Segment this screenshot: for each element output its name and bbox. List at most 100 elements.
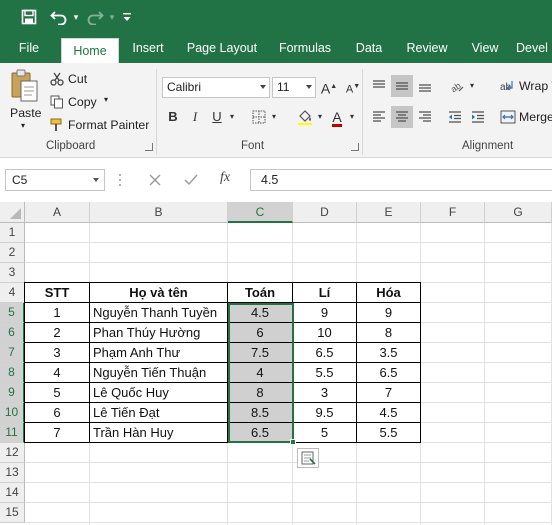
- align-top-icon[interactable]: [368, 75, 390, 97]
- column-header-g[interactable]: G: [485, 202, 552, 223]
- align-bottom-icon[interactable]: [414, 75, 436, 97]
- orientation-icon[interactable]: ab: [446, 75, 468, 97]
- row-header-13[interactable]: 13: [0, 463, 25, 483]
- table-cell[interactable]: 1: [25, 303, 89, 323]
- tab-view[interactable]: View: [463, 34, 507, 63]
- row-header-8[interactable]: 8: [0, 363, 25, 383]
- table-header-cell[interactable]: Hóa: [357, 283, 420, 303]
- align-middle-icon[interactable]: [391, 75, 413, 97]
- table-cell[interactable]: 6.5: [357, 363, 420, 383]
- table-cell[interactable]: 3: [293, 383, 356, 403]
- wrap-text-button[interactable]: Wrap T: [519, 79, 552, 93]
- table-cell[interactable]: 3.5: [357, 343, 420, 363]
- save-icon[interactable]: [16, 6, 42, 28]
- table-cell[interactable]: 5.5: [357, 423, 420, 443]
- font-launcher-icon[interactable]: [351, 143, 359, 151]
- table-cell[interactable]: 6: [25, 403, 89, 423]
- table-cell[interactable]: 8.5: [228, 403, 292, 423]
- table-cell[interactable]: Lê Tiến Đạt: [90, 403, 227, 423]
- redo-dropdown-icon[interactable]: ▾: [106, 6, 118, 28]
- row-header-11[interactable]: 11: [0, 423, 25, 443]
- row-header-6[interactable]: 6: [0, 323, 25, 343]
- fill-handle[interactable]: [290, 439, 296, 445]
- font-color-dropdown-icon[interactable]: ▾: [346, 106, 358, 128]
- copy-button[interactable]: Copy: [68, 95, 97, 109]
- table-header-cell[interactable]: Toán: [228, 283, 292, 303]
- table-cell[interactable]: 7.5: [228, 343, 292, 363]
- increase-font-size-button[interactable]: A▲: [318, 76, 340, 98]
- table-header-cell[interactable]: Họ và tên: [90, 283, 227, 303]
- customize-qat-icon[interactable]: [120, 6, 134, 28]
- row-header-14[interactable]: 14: [0, 483, 25, 503]
- table-cell[interactable]: 6.5: [293, 343, 356, 363]
- underline-dropdown-icon[interactable]: ▾: [226, 106, 238, 128]
- table-cell[interactable]: Nguyễn Tiến Thuận: [90, 363, 227, 383]
- paste-button[interactable]: Paste: [10, 106, 41, 120]
- cancel-icon[interactable]: [148, 173, 162, 187]
- insert-function-button[interactable]: fx: [220, 170, 242, 190]
- column-header-f[interactable]: F: [421, 202, 485, 223]
- row-header-5[interactable]: 5: [0, 303, 25, 323]
- quick-analysis-button[interactable]: [297, 448, 319, 468]
- fill-color-icon[interactable]: [294, 106, 316, 128]
- paste-dropdown-icon[interactable]: ▾: [21, 121, 25, 130]
- decrease-font-size-button[interactable]: A▼: [342, 76, 364, 98]
- font-color-button[interactable]: A: [326, 106, 348, 128]
- table-cell[interactable]: 6.5: [228, 423, 292, 443]
- table-cell[interactable]: 4: [25, 363, 89, 383]
- row-header-12[interactable]: 12: [0, 443, 25, 463]
- underline-button[interactable]: U: [206, 106, 228, 128]
- tab-page-layout[interactable]: Page Layout: [181, 34, 263, 63]
- table-cell[interactable]: 4: [228, 363, 292, 383]
- tab-data[interactable]: Data: [347, 34, 391, 63]
- font-size-combo[interactable]: 11: [272, 77, 316, 98]
- tab-developer[interactable]: Devel: [516, 34, 552, 63]
- table-cell[interactable]: Phan Thúy Hường: [90, 323, 227, 343]
- row-header-10[interactable]: 10: [0, 403, 25, 423]
- fill-color-dropdown-icon[interactable]: ▾: [314, 106, 326, 128]
- undo-dropdown-icon[interactable]: ▾: [70, 6, 82, 28]
- table-cell[interactable]: 5: [25, 383, 89, 403]
- table-cell[interactable]: Lê Quốc Huy: [90, 383, 227, 403]
- paste-icon[interactable]: [8, 69, 42, 105]
- tab-insert[interactable]: Insert: [124, 34, 172, 63]
- table-cell[interactable]: 4.5: [228, 303, 292, 323]
- table-cell[interactable]: 2: [25, 323, 89, 343]
- table-cell[interactable]: 9: [357, 303, 420, 323]
- column-header-e[interactable]: E: [357, 202, 421, 223]
- align-center-icon[interactable]: [391, 106, 413, 128]
- clipboard-launcher-icon[interactable]: [145, 143, 153, 151]
- table-header-cell[interactable]: STT: [25, 283, 89, 303]
- undo-icon[interactable]: [48, 6, 70, 28]
- align-left-icon[interactable]: [368, 106, 390, 128]
- cut-button[interactable]: Cut: [68, 72, 87, 86]
- select-all-corner[interactable]: [0, 202, 25, 223]
- row-header-3[interactable]: 3: [0, 263, 25, 283]
- tab-review[interactable]: Review: [400, 34, 454, 63]
- tab-formulas[interactable]: Formulas: [273, 34, 337, 63]
- table-cell[interactable]: 5.5: [293, 363, 356, 383]
- font-name-combo[interactable]: Calibri: [162, 77, 270, 98]
- align-right-icon[interactable]: [414, 106, 436, 128]
- table-cell[interactable]: 4.5: [357, 403, 420, 423]
- column-header-a[interactable]: A: [25, 202, 90, 223]
- table-cell[interactable]: 8: [228, 383, 292, 403]
- row-header-7[interactable]: 7: [0, 343, 25, 363]
- row-header-4[interactable]: 4: [0, 283, 25, 303]
- merge-center-button[interactable]: Merge: [519, 110, 552, 124]
- column-header-c[interactable]: C: [228, 202, 293, 223]
- formula-input[interactable]: 4.5: [250, 169, 552, 191]
- name-box[interactable]: C5: [5, 169, 105, 191]
- row-header-9[interactable]: 9: [0, 383, 25, 403]
- column-header-d[interactable]: D: [293, 202, 357, 223]
- italic-button[interactable]: I: [184, 106, 206, 128]
- increase-indent-icon[interactable]: [467, 106, 489, 128]
- table-header-cell[interactable]: Lí: [293, 283, 356, 303]
- table-cell[interactable]: Nguyễn Thanh Tuyền: [90, 303, 227, 323]
- enter-check-icon[interactable]: [184, 173, 198, 187]
- row-header-15[interactable]: 15: [0, 503, 25, 523]
- table-cell[interactable]: 8: [357, 323, 420, 343]
- table-cell[interactable]: 10: [293, 323, 356, 343]
- borders-dropdown-icon[interactable]: ▾: [268, 106, 280, 128]
- table-cell[interactable]: 3: [25, 343, 89, 363]
